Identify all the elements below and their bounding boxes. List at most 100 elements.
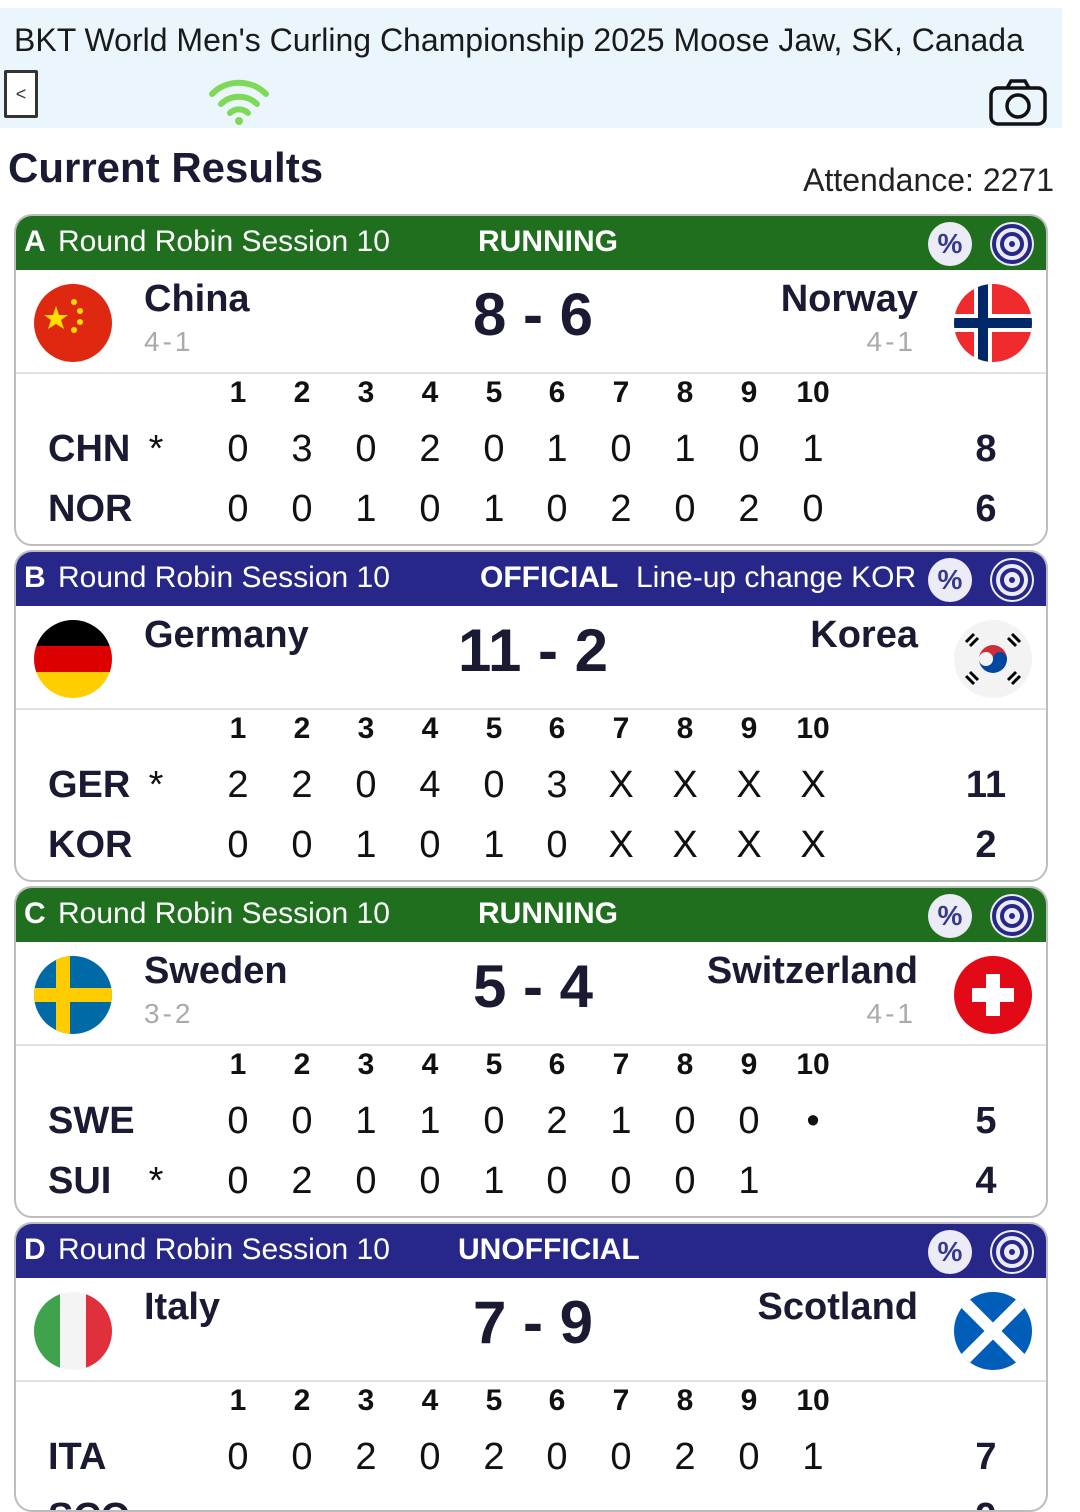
hammer-marker: * xyxy=(148,764,164,806)
end-number: 4 xyxy=(421,376,439,409)
end-number: 8 xyxy=(676,1048,694,1081)
end-number: 3 xyxy=(357,1048,375,1081)
end-score: 0 xyxy=(419,488,441,530)
session-label: Round Robin Session 10 xyxy=(58,1233,390,1266)
end-score: 0 xyxy=(546,488,568,530)
percent-icon[interactable]: % xyxy=(928,1230,972,1274)
percent-icon[interactable]: % xyxy=(928,894,972,938)
end-number: 10 xyxy=(796,712,830,745)
end-score: 0 xyxy=(355,428,377,470)
back-button[interactable]: < xyxy=(4,70,38,118)
team-abbr: KOR xyxy=(48,824,133,866)
event-title: BKT World Men's Curling Championship 202… xyxy=(14,22,1024,58)
game-card[interactable]: D Round Robin Session 10 UNOFFICIAL% Italy S… xyxy=(14,1222,1048,1512)
end-number: 5 xyxy=(485,376,503,409)
end-score: X xyxy=(800,824,826,866)
end-number: 9 xyxy=(740,376,758,409)
end-number: 9 xyxy=(740,1048,758,1081)
game-card[interactable]: B Round Robin Session 10 OFFICIAL Line-up c… xyxy=(14,550,1048,882)
divider xyxy=(16,1044,1046,1046)
end-score: 0 xyxy=(610,1160,632,1202)
linescore-row: KOR 0 0 1 0 1 0 X X X X 2 xyxy=(16,824,1046,874)
end-score: 1 xyxy=(355,824,377,866)
end-score: 0 xyxy=(802,488,824,530)
game-header: B Round Robin Session 10 OFFICIAL Line-up c… xyxy=(16,552,1046,606)
team-abbr: CHN xyxy=(48,428,131,470)
end-number: 6 xyxy=(548,712,566,745)
hammer-marker: * xyxy=(148,1160,164,1202)
end-number: 2 xyxy=(293,1384,311,1417)
end-score: 0 xyxy=(419,1436,441,1478)
end-score: 1 xyxy=(483,488,505,530)
game-card[interactable]: C Round Robin Session 10 RUNNING% Sweden Swi… xyxy=(14,886,1048,1218)
end-number: 2 xyxy=(293,1048,311,1081)
end-score: 0 xyxy=(546,1436,568,1478)
end-score: X xyxy=(800,764,826,806)
game-status: RUNNING xyxy=(478,897,618,930)
end-number: 5 xyxy=(485,1048,503,1081)
team-total: 8 xyxy=(975,428,997,470)
end-score: 0 xyxy=(227,428,249,470)
end-score: 2 xyxy=(483,1436,505,1478)
end-score: 0 xyxy=(674,1160,696,1202)
team-abbr: SCO xyxy=(48,1496,130,1510)
sheet-letter: B xyxy=(24,561,46,594)
session-label: Round Robin Session 10 xyxy=(58,225,390,258)
game-card[interactable]: A Round Robin Session 10 RUNNING% China Norw… xyxy=(14,214,1048,546)
page-title: Current Results xyxy=(8,144,324,191)
team-total: 4 xyxy=(975,1160,997,1202)
end-number: 7 xyxy=(612,376,630,409)
game-header: D Round Robin Session 10 UNOFFICIAL% xyxy=(16,1224,1046,1278)
end-score: X xyxy=(672,824,698,866)
end-number: 3 xyxy=(357,712,375,745)
divider xyxy=(16,372,1046,374)
end-score: 0 xyxy=(291,824,313,866)
team-abbr: SUI xyxy=(48,1160,112,1202)
end-number: 5 xyxy=(485,1384,503,1417)
end-number: 8 xyxy=(676,1384,694,1417)
percent-icon[interactable]: % xyxy=(928,558,972,602)
end-number: 10 xyxy=(796,1384,830,1417)
end-number: 9 xyxy=(740,1384,758,1417)
end-number: 4 xyxy=(421,1384,439,1417)
linescore-row: GER * 2 2 0 4 0 3 X X X X 11 xyxy=(16,764,1046,814)
game-score: 11 - 2 xyxy=(457,617,609,684)
target-icon[interactable] xyxy=(988,892,1036,940)
end-score: 0 xyxy=(738,428,760,470)
end-score: 0 xyxy=(227,1160,249,1202)
camera-icon[interactable] xyxy=(988,78,1048,128)
team-total: 2 xyxy=(975,824,997,866)
end-score: X xyxy=(736,764,762,806)
target-icon[interactable] xyxy=(988,1228,1036,1276)
end-number: 6 xyxy=(548,1384,566,1417)
target-icon[interactable] xyxy=(988,220,1036,268)
game-header: C Round Robin Session 10 RUNNING% xyxy=(16,888,1046,942)
end-score: 0 xyxy=(610,428,632,470)
end-score: 2 xyxy=(419,428,441,470)
target-icon[interactable] xyxy=(988,556,1036,604)
end-score: 0 xyxy=(227,824,249,866)
end-score: 0 xyxy=(483,428,505,470)
ends-header: 1 2 3 4 5 6 7 8 9 10 xyxy=(16,712,1046,752)
end-score: 2 xyxy=(546,1100,568,1142)
end-score: 3 xyxy=(546,764,568,806)
end-score: 1 xyxy=(355,488,377,530)
end-score: 0 xyxy=(227,1100,249,1142)
end-score: 1 xyxy=(802,428,824,470)
team-total: 7 xyxy=(975,1436,997,1478)
linescore-row: CHN * 0 3 0 2 0 1 0 1 0 1 8 xyxy=(16,428,1046,478)
team-total: 11 xyxy=(965,764,1007,806)
ends-header: 1 2 3 4 5 6 7 8 9 10 xyxy=(16,1384,1046,1424)
divider xyxy=(16,1380,1046,1382)
end-number: 10 xyxy=(796,1048,830,1081)
end-number: 2 xyxy=(293,376,311,409)
end-score: 0 xyxy=(227,1436,249,1478)
ends-header: 1 2 3 4 5 6 7 8 9 10 xyxy=(16,376,1046,416)
game-note: Line-up change KOR xyxy=(636,561,917,594)
attendance: Attendance: 2271 xyxy=(803,162,1054,198)
sheet-letter: C xyxy=(24,897,46,930)
end-number: 7 xyxy=(612,1384,630,1417)
game-status: UNOFFICIAL xyxy=(458,1233,640,1266)
end-number: 2 xyxy=(293,712,311,745)
percent-icon[interactable]: % xyxy=(928,222,972,266)
